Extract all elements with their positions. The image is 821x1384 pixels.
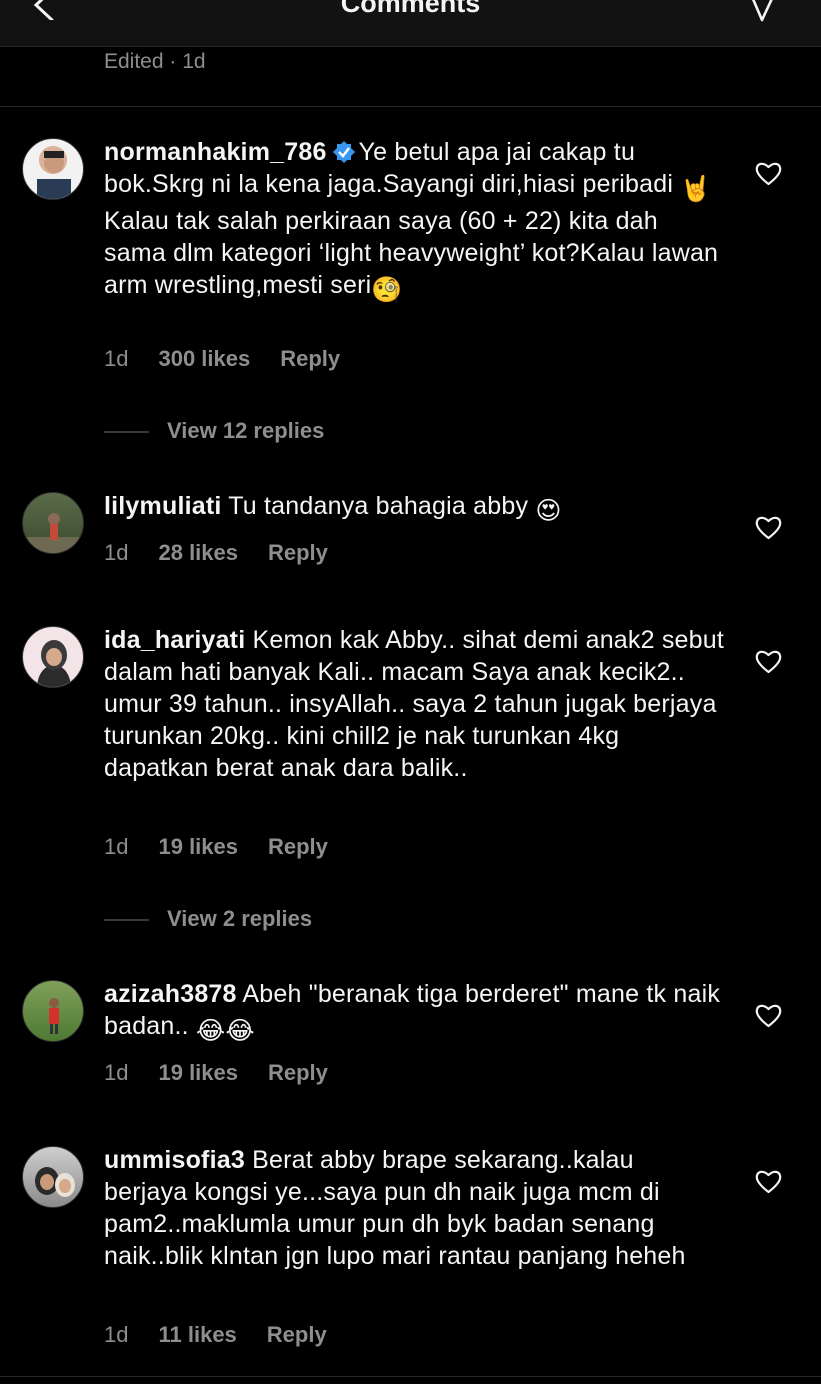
replies-line: [104, 919, 149, 922]
comment-username[interactable]: ummisofia3: [104, 1146, 245, 1174]
likes-count[interactable]: 19 likes: [158, 834, 238, 859]
comment-time: 1d: [104, 540, 129, 565]
likes-count[interactable]: 11 likes: [158, 1322, 236, 1347]
comment-username[interactable]: ida_hariyati: [104, 626, 245, 654]
comment-text: lilymuliati Tu tandanya bahagia abby 😍: [104, 490, 724, 527]
heart-icon[interactable]: [755, 1169, 782, 1194]
reply-button[interactable]: Reply: [268, 834, 328, 859]
view-replies-button[interactable]: View 2 replies: [104, 905, 312, 933]
view-replies-label: View 2 replies: [167, 906, 313, 931]
comment-body: Kalau tak salah perkiraan saya (60 + 22)…: [104, 207, 719, 299]
comment-time: 1d: [104, 1060, 129, 1085]
emoji: 😂😂: [195, 1017, 255, 1045]
avatar[interactable]: [22, 626, 84, 688]
view-replies-label: View 12 replies: [167, 418, 325, 443]
view-replies-button[interactable]: View 12 replies: [104, 417, 324, 445]
edited-label: Edited · 1d: [104, 50, 206, 73]
comment-text: ida_hariyati Kemon kak Abby.. sihat demi…: [104, 624, 724, 784]
emoji: 🧐: [371, 276, 403, 304]
likes-count[interactable]: 300 likes: [158, 346, 250, 371]
avatar[interactable]: [22, 138, 84, 200]
reply-button[interactable]: Reply: [267, 1322, 327, 1347]
comment-meta: 1d 300 likes Reply: [104, 345, 370, 373]
comment-text: ummisofia3 Berat abby brape sekarang..ka…: [104, 1144, 724, 1272]
send-icon[interactable]: [748, 0, 778, 22]
comment-meta: 1d 19 likes Reply: [104, 833, 358, 861]
avatar[interactable]: [22, 1146, 84, 1208]
divider: [0, 1376, 821, 1377]
reply-button[interactable]: Reply: [268, 1060, 328, 1085]
avatar[interactable]: [22, 492, 84, 554]
avatar[interactable]: [22, 980, 84, 1042]
comment-username[interactable]: normanhakim_786: [104, 138, 327, 166]
heart-icon[interactable]: [755, 515, 782, 540]
comment-time: 1d: [104, 834, 129, 859]
likes-count[interactable]: 28 likes: [158, 540, 238, 565]
emoji: 🤘: [680, 175, 712, 203]
top-bar: Comments: [0, 0, 821, 47]
reply-button[interactable]: Reply: [268, 540, 328, 565]
comment-body: Tu tandanya bahagia abby: [228, 492, 536, 520]
divider: [0, 106, 821, 107]
verified-badge-icon: [332, 141, 355, 163]
replies-line: [104, 431, 149, 434]
heart-icon[interactable]: [755, 649, 782, 674]
comment-meta: 1d 28 likes Reply: [104, 539, 358, 567]
comment-time: 1d: [104, 1322, 129, 1347]
heart-icon[interactable]: [755, 1003, 782, 1028]
page-title: Comments: [340, 0, 481, 18]
comment-meta: 1d 11 likes Reply: [104, 1321, 357, 1349]
comment-username[interactable]: azizah3878: [104, 980, 237, 1008]
emoji: 😍: [535, 497, 562, 525]
reply-button[interactable]: Reply: [280, 346, 340, 371]
comment-text: azizah3878 Abeh "beranak tiga berderet" …: [104, 978, 724, 1047]
heart-icon[interactable]: [755, 161, 782, 186]
likes-count[interactable]: 19 likes: [158, 1060, 238, 1085]
comment-text: normanhakim_786 Ye betul apa jai cakap tu…: [104, 136, 724, 306]
comment-username[interactable]: lilymuliati: [104, 492, 222, 520]
comment-time: 1d: [104, 346, 129, 371]
comment-meta: 1d 19 likes Reply: [104, 1059, 358, 1087]
